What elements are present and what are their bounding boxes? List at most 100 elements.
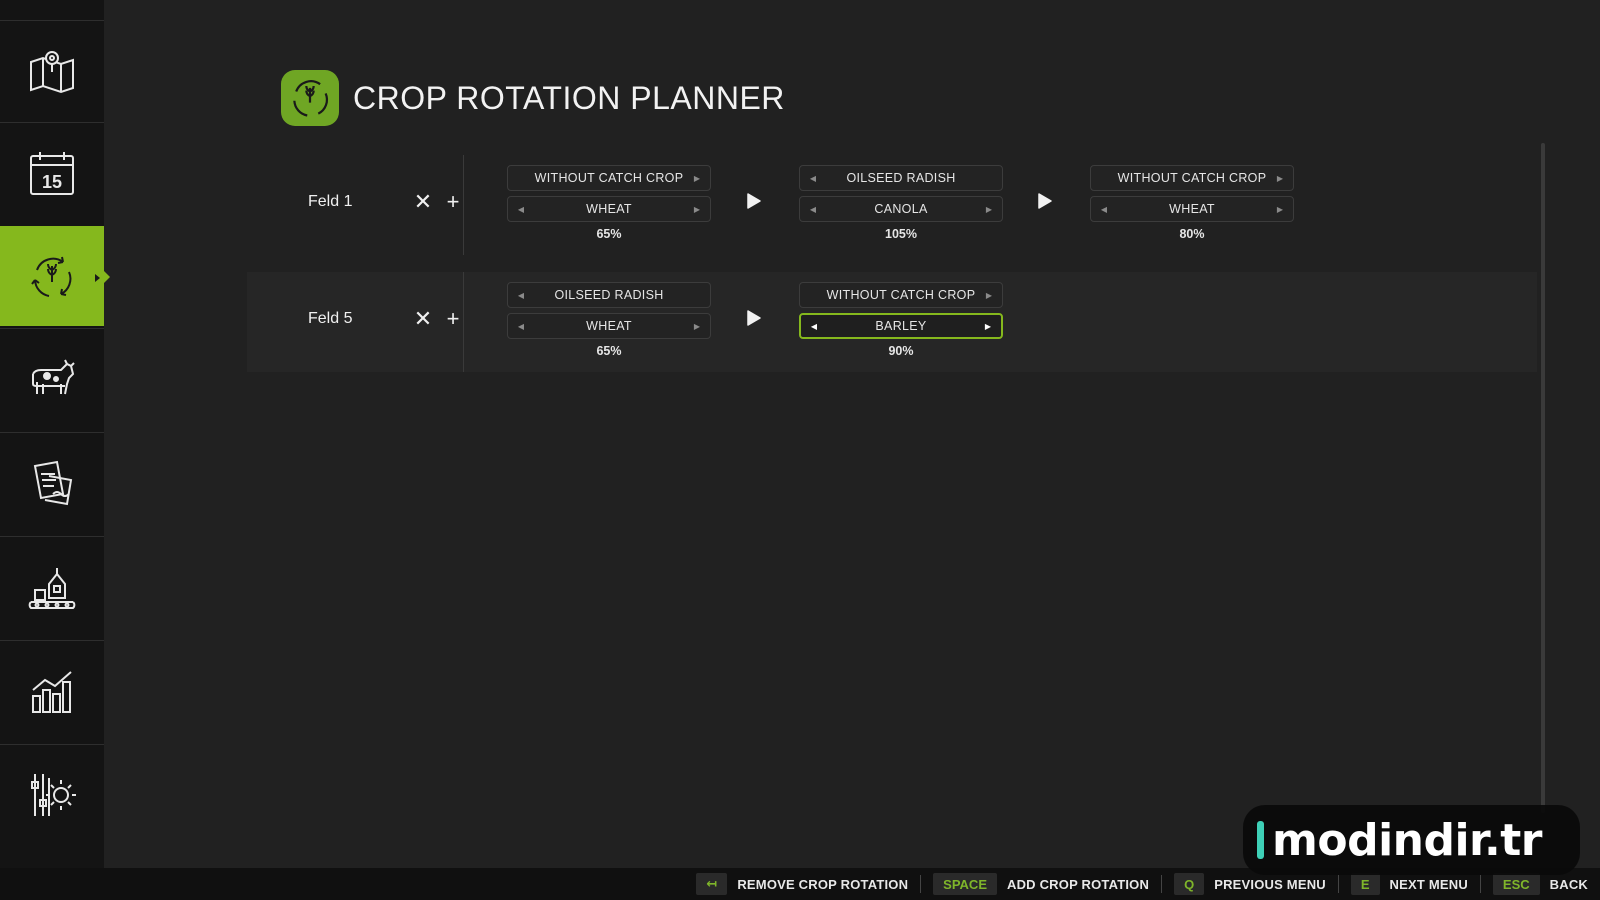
hint-label: PREVIOUS MENU xyxy=(1214,876,1326,892)
sidebar-item-crop-rotation[interactable] xyxy=(0,226,110,326)
key-badge: E xyxy=(1350,873,1380,895)
scrollbar[interactable] xyxy=(1541,143,1545,813)
field-name: Feld 5 xyxy=(308,310,353,327)
next-step-arrow-icon xyxy=(747,310,761,326)
left-arrow-icon[interactable]: ◀ xyxy=(1099,205,1109,214)
page-title: CROP ROTATION PLANNER xyxy=(353,80,785,116)
cow-icon xyxy=(32,359,75,394)
hint-separator xyxy=(1161,875,1163,893)
right-arrow-icon[interactable]: ▶ xyxy=(983,322,993,331)
crop-label: BARLEY xyxy=(875,319,927,333)
crop-label: WHEAT xyxy=(1169,202,1215,216)
yield-value: 105% xyxy=(885,227,917,241)
crop-selector[interactable]: ◀ WHEAT ▶ xyxy=(1090,196,1294,222)
rotation-step: ◀ OILSEED RADISH ▶ ◀ CANOLA ▶ 105% xyxy=(799,165,1003,241)
catch-crop-label: OILSEED RADISH xyxy=(846,171,956,185)
crop-label: WHEAT xyxy=(586,202,632,216)
sidebar-item-production[interactable] xyxy=(0,536,104,636)
crop-selector-focused[interactable]: ◀ BARLEY ▶ xyxy=(799,313,1003,339)
rotation-row-feld-5: Feld 5 ✕ + ◀ OILSEED RADISH ▶ ◀ WHEAT ▶ … xyxy=(247,272,1537,372)
catch-crop-selector[interactable]: ◀ OILSEED RADISH ▶ xyxy=(799,165,1003,191)
row-actions: ✕ + xyxy=(413,306,463,332)
left-arrow-icon[interactable]: ◀ xyxy=(516,205,526,214)
contracts-icon xyxy=(33,460,73,505)
sidebar-item-calendar[interactable]: 15 xyxy=(0,122,104,222)
hint-label: BACK xyxy=(1549,876,1588,892)
right-arrow-icon[interactable]: ▶ xyxy=(984,291,994,300)
calendar-icon: 15 xyxy=(30,151,74,195)
rotation-step: ◀ WITHOUT CATCH CROP ▶ ◀ BARLEY ▶ 90% xyxy=(799,282,1003,358)
catch-crop-selector[interactable]: ◀ OILSEED RADISH ▶ xyxy=(507,282,711,308)
yield-value: 65% xyxy=(596,344,622,358)
crop-selector[interactable]: ◀ WHEAT ▶ xyxy=(507,313,711,339)
hint-label: ADD CROP ROTATION xyxy=(1007,876,1150,892)
row-divider xyxy=(463,155,464,255)
crop-rotation-logo xyxy=(281,70,339,126)
right-arrow-icon[interactable]: ▶ xyxy=(692,322,702,331)
hint-separator xyxy=(1337,875,1339,893)
watermark-text: modindir.tr xyxy=(1272,814,1542,866)
crop-label: WHEAT xyxy=(586,319,632,333)
crop-selector[interactable]: ◀ CANOLA ▶ xyxy=(799,196,1003,222)
row-actions: ✕ + xyxy=(413,189,463,215)
catch-crop-selector[interactable]: ◀ WITHOUT CATCH CROP ▶ xyxy=(1090,165,1294,191)
left-arrow-icon[interactable]: ◀ xyxy=(809,322,819,331)
catch-crop-selector[interactable]: ◀ WITHOUT CATCH CROP ▶ xyxy=(799,282,1003,308)
rotation-row-feld-1: Feld 1 ✕ + ◀ WITHOUT CATCH CROP ▶ ◀ WHEA… xyxy=(247,155,1537,255)
right-arrow-icon[interactable]: ▶ xyxy=(1275,205,1285,214)
field-name: Feld 1 xyxy=(308,193,353,210)
catch-crop-label: WITHOUT CATCH CROP xyxy=(534,171,684,185)
hint-label: REMOVE CROP ROTATION xyxy=(737,876,909,892)
hint-add-crop-rotation[interactable]: SPACE ADD CROP ROTATION xyxy=(933,868,1149,900)
settings-icon xyxy=(31,773,76,816)
watermark: modindir.tr xyxy=(1243,805,1580,875)
right-arrow-icon[interactable]: ▶ xyxy=(692,174,702,183)
right-arrow-icon[interactable]: ▶ xyxy=(692,205,702,214)
sidebar-item-settings[interactable] xyxy=(0,744,104,844)
map-icon xyxy=(30,50,74,93)
crop-rotation-icon xyxy=(31,256,72,297)
right-arrow-icon[interactable]: ▶ xyxy=(984,205,994,214)
left-arrow-icon[interactable]: ◀ xyxy=(808,205,818,214)
sidebar-item-statistics[interactable] xyxy=(0,640,104,740)
crop-label: CANOLA xyxy=(874,202,928,216)
left-arrow-icon[interactable]: ◀ xyxy=(808,174,818,183)
hint-remove-crop-rotation[interactable]: ↤ REMOVE CROP ROTATION xyxy=(696,868,908,900)
statistics-icon xyxy=(32,670,72,713)
active-indicator xyxy=(95,274,100,282)
hint-separator xyxy=(920,875,922,893)
rotation-step: ◀ OILSEED RADISH ▶ ◀ WHEAT ▶ 65% xyxy=(507,282,711,358)
crop-rotation-logo-icon xyxy=(293,80,329,117)
add-rotation-icon[interactable]: + xyxy=(443,306,463,332)
add-rotation-icon[interactable]: + xyxy=(443,189,463,215)
rotation-step: ◀ WITHOUT CATCH CROP ▶ ◀ WHEAT ▶ 80% xyxy=(1090,165,1294,241)
key-badge: Q xyxy=(1174,873,1205,895)
key-badge: ↤ xyxy=(696,873,728,895)
hint-label: NEXT MENU xyxy=(1389,876,1468,892)
remove-rotation-icon[interactable]: ✕ xyxy=(413,189,433,215)
rotation-step: ◀ WITHOUT CATCH CROP ▶ ◀ WHEAT ▶ 65% xyxy=(507,165,711,241)
left-arrow-icon[interactable]: ◀ xyxy=(516,291,526,300)
key-badge: ESC xyxy=(1492,873,1540,895)
catch-crop-selector[interactable]: ◀ WITHOUT CATCH CROP ▶ xyxy=(507,165,711,191)
watermark-bar xyxy=(1257,821,1264,859)
sidebar-item-map[interactable] xyxy=(0,20,104,120)
row-divider xyxy=(463,272,464,372)
right-arrow-icon[interactable]: ▶ xyxy=(1275,174,1285,183)
catch-crop-label: WITHOUT CATCH CROP xyxy=(1117,171,1267,185)
left-arrow-icon[interactable]: ◀ xyxy=(516,322,526,331)
sidebar-item-contracts[interactable] xyxy=(0,432,104,532)
hint-separator xyxy=(1479,875,1481,893)
yield-value: 90% xyxy=(888,344,914,358)
remove-rotation-icon[interactable]: ✕ xyxy=(413,306,433,332)
catch-crop-label: WITHOUT CATCH CROP xyxy=(826,288,976,302)
sidebar-item-animals[interactable] xyxy=(0,328,104,428)
next-step-arrow-icon xyxy=(747,193,761,209)
calendar-day: 15 xyxy=(42,172,62,192)
yield-value: 80% xyxy=(1179,227,1205,241)
key-badge: SPACE xyxy=(933,873,997,895)
catch-crop-label: OILSEED RADISH xyxy=(554,288,664,302)
crop-selector[interactable]: ◀ WHEAT ▶ xyxy=(507,196,711,222)
yield-value: 65% xyxy=(596,227,622,241)
sidebar: 15 xyxy=(0,0,110,868)
